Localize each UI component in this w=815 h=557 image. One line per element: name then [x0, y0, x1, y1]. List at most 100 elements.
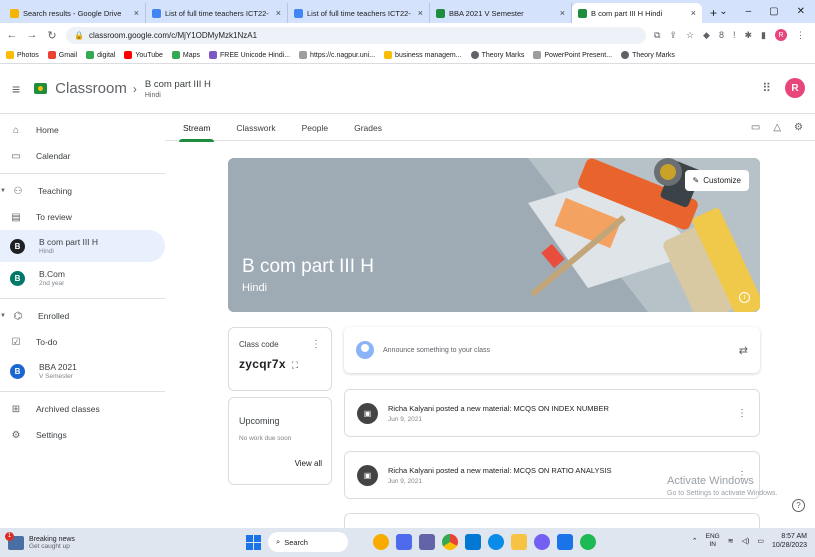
reload-icon[interactable]: ↻ [46, 29, 58, 42]
browser-tab[interactable]: BBA 2021 V Semester × [430, 3, 572, 23]
star-icon[interactable]: ☆ [686, 30, 694, 41]
bookmark[interactable]: Gmail [47, 51, 77, 59]
edge-app-icon[interactable] [488, 534, 504, 550]
windows-start-icon[interactable] [246, 534, 261, 550]
sidebar-item-home[interactable]: ⌂ Home [0, 117, 165, 143]
tab-people[interactable]: People [302, 115, 328, 141]
stream-post[interactable]: ▣ Richa Kalyani posted a new material: M… [344, 389, 760, 437]
browser-tab[interactable]: List of full time teachers ICT22- × [146, 3, 288, 23]
browser-tab-active[interactable]: B com part III H Hindi × [572, 3, 702, 23]
class-avatar: B [10, 270, 25, 286]
chrome-app-icon[interactable] [442, 534, 458, 550]
viber-app-icon[interactable] [534, 534, 550, 550]
menu-icon[interactable]: ≡ [12, 81, 20, 97]
puzzle-icon[interactable]: ✱ [745, 30, 753, 41]
repost-icon[interactable]: ⇄ [739, 344, 748, 357]
caret-down-icon[interactable]: ▼ [0, 313, 6, 319]
bookmark[interactable]: Maps [171, 51, 200, 59]
sidepanel-icon[interactable]: ▮ [761, 30, 766, 41]
extension-icon[interactable]: 8 [719, 30, 724, 40]
extension-icon[interactable]: ◆ [703, 30, 710, 41]
url-input[interactable]: 🔒 classroom.google.com/c/MjY1ODMyMzk1NzA… [66, 26, 646, 44]
wifi-icon[interactable]: ≋ [728, 537, 734, 545]
bookmark[interactable]: business managem... [384, 51, 462, 59]
share-icon[interactable]: ⇪ [669, 30, 677, 41]
volume-icon[interactable]: ◁) [742, 537, 750, 545]
close-icon[interactable]: × [134, 8, 139, 18]
tab-grades[interactable]: Grades [354, 115, 382, 141]
tab-stream[interactable]: Stream [178, 115, 215, 142]
breadcrumb[interactable]: B com part III H Hindi [145, 79, 211, 99]
profile-avatar[interactable]: R [775, 29, 787, 41]
more-vert-icon[interactable]: ⋮ [311, 339, 321, 350]
view-all-link[interactable]: View all [295, 459, 322, 468]
sidebar-item-todo[interactable]: ☑ To-do [0, 329, 165, 355]
browser-tab[interactable]: Search results - Google Drive × [4, 3, 146, 23]
customize-button[interactable]: ✎ Customize [684, 170, 749, 191]
more-vert-icon[interactable]: ⋮ [737, 408, 747, 419]
mail-app-icon[interactable] [557, 534, 573, 550]
back-icon[interactable]: ← [6, 29, 18, 41]
notification-badge: 1 [5, 531, 14, 541]
sidebar-item-label: Calendar [36, 151, 71, 161]
info-icon[interactable]: i [739, 292, 750, 303]
bookmark[interactable]: YouTube [124, 51, 163, 59]
help-icon[interactable]: ? [792, 499, 805, 512]
bookmark[interactable]: https://c.nagpur.uni... [299, 51, 375, 59]
avatar[interactable]: R [785, 78, 805, 98]
people-app-icon[interactable] [373, 534, 389, 550]
folder-icon: ▤ [11, 211, 21, 223]
extension-icon[interactable]: ! [733, 30, 736, 40]
apps-grid-icon[interactable]: ⠿ [762, 81, 771, 95]
stream-post[interactable] [344, 513, 760, 528]
close-icon[interactable]: × [691, 8, 696, 18]
tab-classwork[interactable]: Classwork [236, 115, 275, 141]
sidebar-item-archived[interactable]: ⊞ Archived classes [0, 396, 165, 422]
close-window-icon[interactable]: ✕ [797, 6, 805, 17]
file-explorer-icon[interactable] [511, 534, 527, 550]
bookmark[interactable]: FREE Unicode Hindi... [209, 51, 290, 59]
teams-app-icon[interactable] [419, 534, 435, 550]
class-section: Hindi [39, 248, 54, 255]
clock[interactable]: 8:57 AM 10/28/2023 [772, 532, 807, 550]
close-icon[interactable]: × [418, 8, 423, 18]
close-icon[interactable]: × [276, 8, 281, 18]
maximize-icon[interactable]: ▢ [769, 6, 778, 17]
language-indicator[interactable]: ENG IN [706, 533, 720, 549]
bookmark[interactable]: digital [86, 51, 115, 59]
spotify-app-icon[interactable] [580, 534, 596, 550]
brand-name[interactable]: Classroom [55, 80, 127, 97]
sidebar-item-teaching[interactable]: ▼ ⚇ Teaching [0, 178, 165, 204]
taskbar-search[interactable]: ⌕ Search [268, 532, 348, 552]
sidebar-item-class[interactable]: B BBA 2021 V Semester [0, 355, 165, 387]
chevron-up-icon[interactable]: ⌃ [692, 537, 698, 545]
sidebar-item-enrolled[interactable]: ▼ ⌬ Enrolled [0, 303, 165, 329]
language-code: ENG [705, 533, 720, 540]
drive-icon[interactable]: △ [773, 122, 781, 133]
bookmark[interactable]: Photos [6, 51, 39, 59]
sidebar-item-calendar[interactable]: ▭ Calendar [0, 143, 165, 169]
tab-search-icon[interactable]: ⌄ [719, 6, 727, 17]
caret-down-icon[interactable]: ▼ [0, 188, 6, 194]
bookmark[interactable]: Theory Marks [470, 51, 524, 59]
gear-icon[interactable]: ⚙ [794, 122, 803, 133]
announce-box[interactable]: Announce something to your class ⇄ [344, 327, 760, 373]
bookmark[interactable]: PowerPoint Present... [533, 51, 612, 59]
browser-tab[interactable]: List of full time teachers ICT22- × [288, 3, 430, 23]
forward-icon[interactable]: → [26, 29, 38, 41]
close-icon[interactable]: × [560, 8, 565, 18]
news-widget[interactable]: 1 Breaking news Get caught up [0, 531, 200, 550]
bookmark[interactable]: Theory Marks [621, 51, 675, 59]
minimize-icon[interactable]: – [746, 6, 752, 17]
sidebar-item-to-review[interactable]: ▤ To review [0, 204, 165, 230]
files-app-icon[interactable] [396, 534, 412, 550]
fullscreen-icon[interactable]: ⛶ [292, 360, 299, 370]
battery-icon[interactable]: ▭ [757, 537, 764, 545]
calendar-icon[interactable]: ▭ [751, 122, 760, 133]
sidebar-item-settings[interactable]: ⚙ Settings [0, 422, 165, 448]
install-icon[interactable]: ⧉ [654, 30, 660, 41]
menu-icon[interactable]: ⋮ [796, 30, 805, 41]
sidebar-item-class[interactable]: B B com part III H Hindi [0, 230, 165, 262]
store-app-icon[interactable] [465, 534, 481, 550]
sidebar-item-class[interactable]: B B.Com 2nd year [0, 262, 165, 294]
